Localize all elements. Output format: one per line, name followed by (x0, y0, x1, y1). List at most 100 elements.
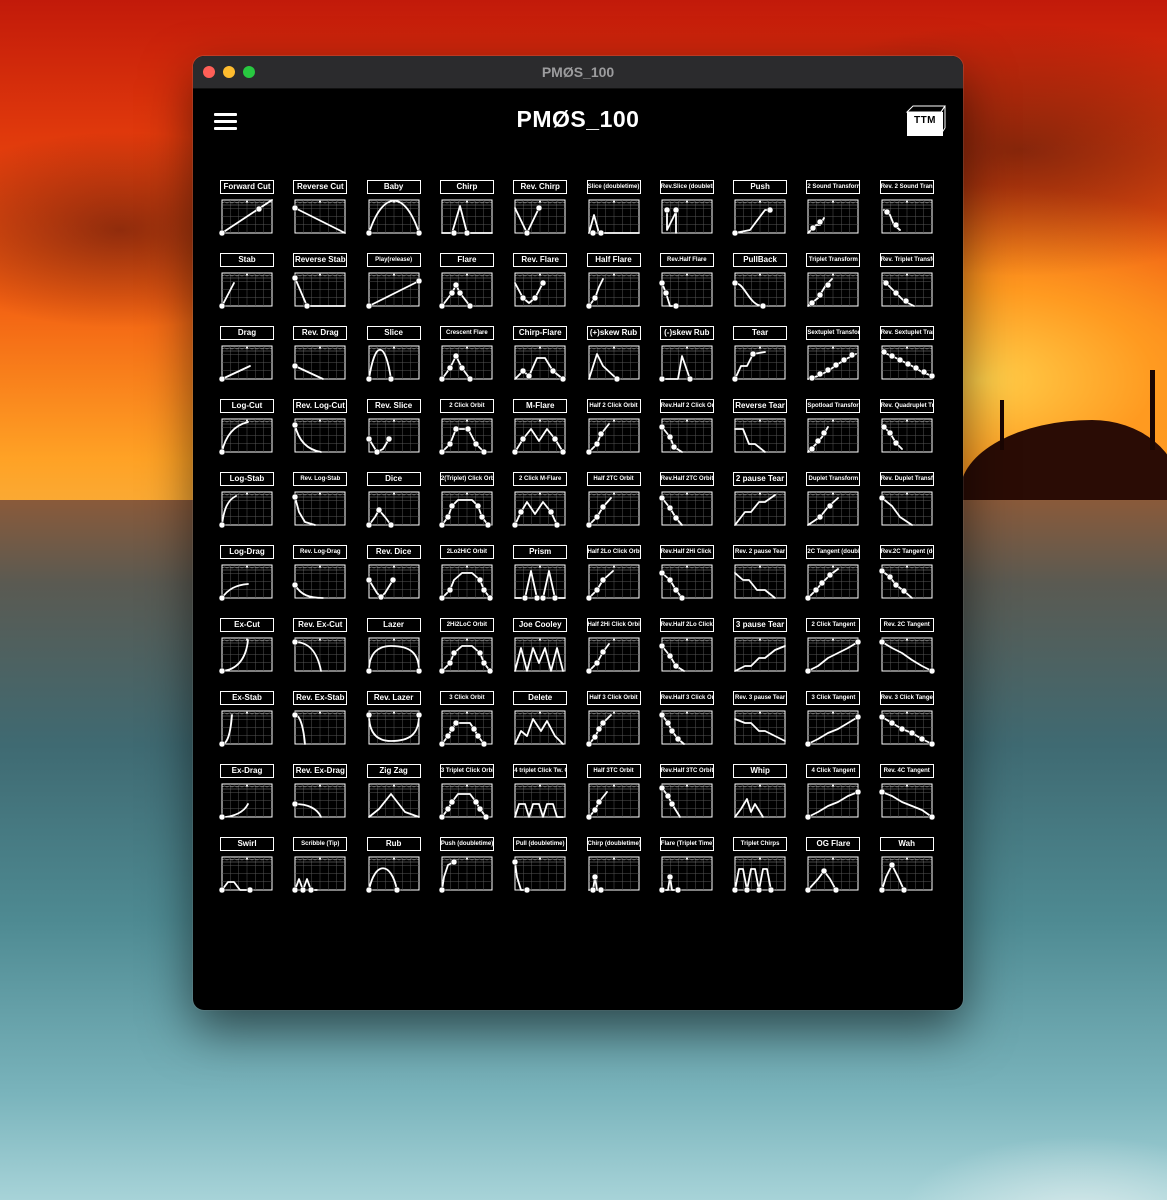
pattern-tile-four-click-tangent[interactable]: 4 Click Tangent (805, 764, 862, 826)
pattern-tile-three-triplet-orbit[interactable]: 3 Triplet Click Orbit (438, 764, 495, 826)
pattern-tile-prism[interactable]: Prism (512, 545, 568, 607)
pattern-tile-rev-half-3tc[interactable]: Rev.Half 3TC Orbit (658, 764, 715, 826)
pattern-tile-rev-2c-tangent[interactable]: Rev. 2C Tangent (878, 618, 935, 680)
pattern-tile-og-flare[interactable]: OG Flare (805, 837, 861, 899)
pattern-tile-log-stab[interactable]: Log-Stab (218, 472, 275, 534)
pattern-tile-rev-quad[interactable]: Rev. Quadruplet Transform (879, 399, 935, 461)
pattern-tile-two-click-m[interactable]: 2 Click M-Flare (511, 472, 568, 534)
pattern-tile-rev-two-pause[interactable]: Rev. 2 pause Tear (732, 545, 788, 607)
pattern-tile-chirp[interactable]: Chirp (439, 180, 495, 242)
pattern-tile-dice[interactable]: Dice (365, 472, 422, 534)
pattern-tile-push-double[interactable]: Push (doubletime) (438, 837, 495, 899)
pattern-tile-rev-drag[interactable]: Rev. Drag (292, 326, 348, 388)
pattern-tile-swirl[interactable]: Swirl (218, 837, 275, 899)
pattern-tile-ex-drag[interactable]: Ex-Drag (218, 764, 275, 826)
pattern-tile-stab[interactable]: Stab (218, 253, 275, 315)
pattern-tile-rev-slice-double[interactable]: Rev.Slice (doubletime) (659, 180, 715, 242)
pattern-tile-three-click-orbit[interactable]: 3 Click Orbit (438, 691, 495, 753)
pattern-tile-pull-double[interactable]: Pull (doubletime) (511, 837, 568, 899)
pattern-tile-pullback[interactable]: PullBack (731, 253, 788, 315)
pattern-tile-rev-lazer[interactable]: Rev. Lazer (365, 691, 422, 753)
pattern-tile-chirp-flare[interactable]: Chirp-Flare (512, 326, 568, 388)
pattern-tile-rev-slice[interactable]: Rev. Slice (365, 399, 422, 461)
pattern-tile-ex-stab[interactable]: Ex-Stab (218, 691, 275, 753)
pattern-tile-rev-triplet[interactable]: Rev. Triplet Transform (879, 253, 935, 315)
pattern-tile-slice[interactable]: Slice (365, 326, 422, 388)
pattern-tile-forward-cut[interactable]: Forward Cut (218, 180, 275, 242)
pattern-tile-rev-ex-cut[interactable]: Rev. Ex-Cut (292, 618, 348, 680)
pattern-tile-rev-log-drag[interactable]: Rev. Log-Drag (292, 545, 348, 607)
pattern-tile-reverse-cut[interactable]: Reverse Cut (292, 180, 348, 242)
pattern-tile-duplet[interactable]: Duplet Transform (805, 472, 861, 534)
pattern-tile-rev-half-2hi[interactable]: Rev.Half 2Hi Click Orbit (658, 545, 715, 607)
pattern-tile-rev-half-flare[interactable]: Rev.Half Flare (658, 253, 715, 315)
pattern-tile-rev-two-sound[interactable]: Rev. 2 Sound Transform (879, 180, 935, 242)
pattern-tile-zig-zag[interactable]: Zig Zag (366, 764, 422, 826)
pattern-tile-rev-ex-stab[interactable]: Rev. Ex-Stab (292, 691, 348, 753)
pattern-tile-flare-triplet[interactable]: Flare (Triplet Time) (658, 837, 715, 899)
pattern-tile-plus-skew[interactable]: (+)skew Rub (586, 326, 642, 388)
pattern-tile-two-sound[interactable]: 2 Sound Transform (805, 180, 861, 242)
pattern-tile-rev-half-2lo[interactable]: Rev.Half 2Lo Click Orbit (658, 618, 715, 680)
pattern-tile-delete[interactable]: Delete (512, 691, 568, 753)
pattern-tile-rev-duplet[interactable]: Rev. Duplet Transform (878, 472, 935, 534)
pattern-tile-rev-half-3-click[interactable]: Rev.Half 3 Click Orbit (658, 691, 715, 753)
pattern-tile-ex-cut[interactable]: Ex-Cut (218, 618, 275, 680)
pattern-tile-flare[interactable]: Flare (438, 253, 495, 315)
pattern-tile-joe-cooley[interactable]: Joe Cooley (512, 618, 568, 680)
window-titlebar[interactable]: PMØS_100 (193, 56, 963, 89)
pattern-tile-two-triplet-orbit[interactable]: 2(Triplet) Click Orbit (438, 472, 495, 534)
pattern-tile-sextuplet[interactable]: Sextuplet Transform (805, 326, 861, 388)
pattern-tile-push[interactable]: Push (731, 180, 788, 242)
pattern-tile-whip[interactable]: Whip (732, 764, 788, 826)
pattern-tile-m-flare[interactable]: M-Flare (511, 399, 568, 461)
pattern-tile-reverse-tear[interactable]: Reverse Tear (732, 399, 788, 461)
pattern-tile-two-c-tangent[interactable]: 2C Tangent (doubletime) (805, 545, 861, 607)
pattern-tile-chirp-double[interactable]: Chirp (doubletime) (586, 837, 642, 899)
pattern-tile-half-2lo[interactable]: Half 2Lo Click Orbit (585, 545, 642, 607)
pattern-tile-rev-4c-tangent[interactable]: Rev. 4C Tangent (878, 764, 935, 826)
pattern-tile-triplet[interactable]: Triplet Transform (805, 253, 861, 315)
pattern-tile-half-2-click[interactable]: Half 2 Click Orbit (585, 399, 642, 461)
pattern-tile-half-3tc[interactable]: Half 3TC Orbit (585, 764, 642, 826)
pattern-tile-two-click-tangent[interactable]: 2 Click Tangent (805, 618, 862, 680)
pattern-tile-tear[interactable]: Tear (731, 326, 788, 388)
pattern-tile-rub[interactable]: Rub (365, 837, 422, 899)
pattern-tile-log-cut[interactable]: Log-Cut (218, 399, 275, 461)
pattern-tile-hi-lo-orbit[interactable]: 2Hi2LoC Orbit (438, 618, 495, 680)
pattern-tile-log-drag[interactable]: Log-Drag (218, 545, 275, 607)
pattern-tile-play-release[interactable]: Play(release) (365, 253, 422, 315)
pattern-tile-rev-flare[interactable]: Rev. Flare (512, 253, 568, 315)
pattern-tile-crescent-flare[interactable]: Crescent Flare (438, 326, 495, 388)
pattern-tile-drag[interactable]: Drag (218, 326, 275, 388)
pattern-tile-wah[interactable]: Wah (878, 837, 935, 899)
pattern-tile-rev-sextuplet[interactable]: Rev. Sextuplet Transform (879, 326, 935, 388)
pattern-tile-three-pause[interactable]: 3 pause Tear (732, 618, 788, 680)
pattern-tile-four-triplet[interactable]: 4 triplet Click Tw. Orbit (512, 764, 568, 826)
pattern-tile-half-3-click[interactable]: Half 3 Click Orbit (585, 691, 642, 753)
pattern-tile-two-click-orbit[interactable]: 2 Click Orbit (438, 399, 495, 461)
pattern-tile-rev-log-cut[interactable]: Rev. Log-Cut (292, 399, 348, 461)
pattern-tile-half-flare[interactable]: Half Flare (585, 253, 642, 315)
pattern-tile-slice-double[interactable]: Slice (doubletime) (586, 180, 642, 242)
pattern-tile-rev-half-2-click[interactable]: Rev.Half 2 Click Orbit (658, 399, 715, 461)
pattern-tile-rev-three-pause[interactable]: Rev. 3 pause Tear (732, 691, 788, 753)
ttm-logo[interactable]: TTM (905, 104, 947, 138)
pattern-tile-rev-three-click-tangent[interactable]: Rev. 3 Click Tangent (878, 691, 935, 753)
pattern-tile-rev-chirp[interactable]: Rev. Chirp (512, 180, 568, 242)
pattern-tile-lo-hi-orbit[interactable]: 2Lo2HiC Orbit (438, 545, 495, 607)
pattern-tile-three-click-tangent[interactable]: 3 Click Tangent (805, 691, 862, 753)
pattern-tile-scribble[interactable]: Scribble (Tip) (292, 837, 348, 899)
pattern-tile-reverse-stab[interactable]: Reverse Stab (292, 253, 348, 315)
pattern-tile-two-pause-tear[interactable]: 2 pause Tear (732, 472, 788, 534)
pattern-tile-minus-skew[interactable]: (-)skew Rub (658, 326, 715, 388)
pattern-tile-half-2hi[interactable]: Half 2Hi Click Orbit (585, 618, 642, 680)
pattern-tile-half-2tc[interactable]: Half 2TC Orbit (585, 472, 642, 534)
pattern-tile-rev-ex-drag[interactable]: Rev. Ex-Drag (292, 764, 348, 826)
pattern-tile-lazer[interactable]: Lazer (365, 618, 422, 680)
pattern-tile-rev-log-stab[interactable]: Rev. Log-Stab (292, 472, 348, 534)
pattern-tile-rev-dice[interactable]: Rev. Dice (365, 545, 422, 607)
pattern-tile-spotload[interactable]: Spotload Transform board (805, 399, 861, 461)
pattern-tile-baby[interactable]: Baby (365, 180, 422, 242)
pattern-tile-triplet-chirps[interactable]: Triplet Chirps (731, 837, 788, 899)
